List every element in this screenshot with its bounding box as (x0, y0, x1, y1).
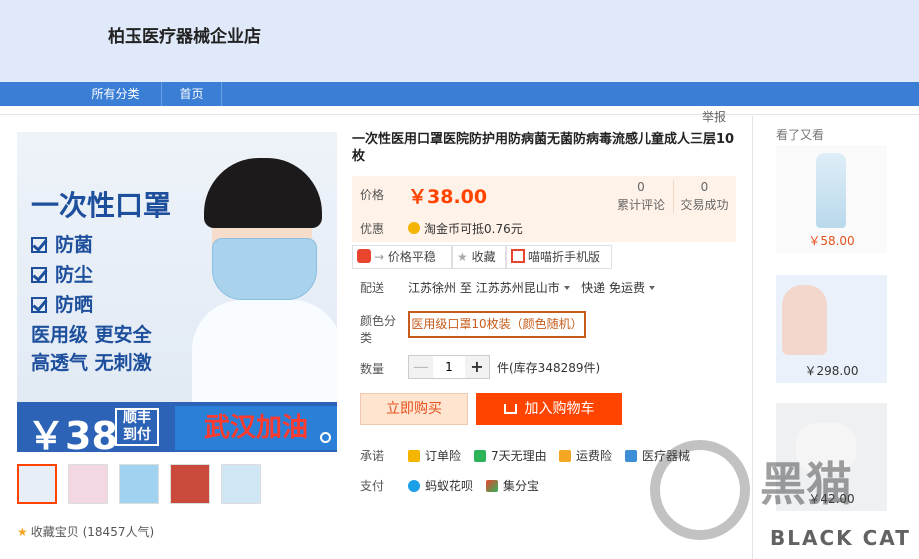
bottle-image (816, 153, 846, 228)
image-price: ￥38 (27, 414, 118, 452)
image-line: 医用级 更安全 (31, 324, 152, 346)
promise-item[interactable]: 7天无理由 (474, 447, 547, 464)
payment-item[interactable]: 集分宝 (486, 477, 539, 494)
thumbnail[interactable] (68, 464, 108, 504)
coin-icon (408, 222, 420, 234)
stat-reviews[interactable]: 0 累计评论 (610, 180, 672, 213)
promise-item[interactable]: 运费险 (559, 447, 612, 464)
thumbnail[interactable] (170, 464, 210, 504)
product-image (782, 285, 827, 355)
watermark: 黑猫 BLACK CAT (650, 440, 919, 559)
quantity-stepper: — + (408, 355, 490, 379)
color-label: 颜色分类 (360, 314, 397, 345)
checkbox-icon (31, 297, 47, 313)
medical-device-icon (625, 450, 637, 462)
huabei-icon (408, 480, 420, 492)
add-to-cart-button[interactable]: 加入购物车 (476, 393, 622, 425)
quantity-minus-button[interactable]: — (409, 356, 433, 378)
star-icon: ★ (17, 525, 28, 539)
stat-sales: 0 交易成功 (673, 180, 735, 213)
chevron-down-icon (563, 286, 570, 290)
price-icon (357, 249, 371, 263)
image-check-item: 防尘 (31, 260, 93, 287)
recommend-item[interactable]: ￥298.00 (776, 275, 887, 383)
shop-nav: 所有分类 首页 (0, 82, 919, 106)
color-option[interactable]: 医用级口罩10枚装（颜色随机） (408, 311, 586, 338)
stock-info: 件(库存348289件) (497, 361, 601, 375)
promise-label: 承诺 (360, 449, 385, 463)
slogan: 武汉加油 (175, 406, 337, 450)
model-illustration (192, 150, 337, 420)
price-label: 价格 (360, 188, 385, 202)
checkbox-icon (31, 267, 47, 283)
delivery-destination[interactable]: 江苏苏州昆山市 (476, 281, 570, 295)
qrcode-icon (511, 249, 525, 263)
zoom-icon[interactable] (320, 432, 331, 443)
thumbnail[interactable] (221, 464, 261, 504)
promo-text: 淘金币可抵0.76元 (408, 220, 523, 237)
report-link[interactable]: 举报 (702, 108, 726, 125)
favorite-button[interactable]: ★ 收藏 (452, 245, 506, 269)
quantity-plus-button[interactable]: + (465, 356, 489, 378)
mobile-version-button[interactable]: 喵喵折手机版 (506, 245, 612, 269)
quantity-label: 数量 (360, 362, 385, 376)
thumbnail[interactable] (119, 464, 159, 504)
insurance-icon (408, 450, 420, 462)
price-panel: 价格 ￥38.00 0 累计评论 0 交易成功 优惠 淘金币可抵0.76元 (352, 176, 736, 242)
image-check-item: 防晒 (31, 290, 93, 317)
chevron-down-icon (648, 286, 655, 290)
shunfeng-badge: 顺丰到付 (115, 408, 159, 446)
product-title: 一次性医用口罩医院防护用防病菌无菌防病毒流感儿童成人三层10枚 (352, 132, 735, 164)
favorite-item[interactable]: ★ 收藏宝贝 (18457人气) (17, 523, 154, 540)
price-value: ￥38.00 (408, 186, 488, 208)
payment-item[interactable]: 蚂蚁花呗 (408, 477, 473, 494)
thumbnail[interactable] (17, 464, 57, 504)
return-icon (474, 450, 486, 462)
mask-illustration (212, 238, 317, 300)
promise-item[interactable]: 订单险 (408, 447, 461, 464)
image-check-item: 防菌 (31, 230, 93, 257)
recommend-title: 看了又看 (776, 128, 825, 142)
price-trend-button[interactable]: → 价格平稳 (352, 245, 452, 269)
main-product-image[interactable]: 一次性口罩 防菌 防尘 防晒 医用级 更安全 高透气 无刺激 ￥38 顺丰到付 … (17, 132, 337, 452)
image-price-band: ￥38 顺丰到付 武汉加油 (17, 402, 337, 452)
nav-home[interactable]: 首页 (162, 82, 222, 106)
quantity-input[interactable] (433, 356, 465, 378)
nav-all-categories[interactable]: 所有分类 (70, 82, 162, 106)
shop-header: 柏玉医疗器械企业店 (0, 0, 919, 82)
shop-name[interactable]: 柏玉医疗器械企业店 (108, 22, 261, 47)
delivery-info: 江苏徐州 至 江苏苏州昆山市 快递 免运费 (408, 279, 655, 296)
recommend-item[interactable]: ￥58.00 (776, 145, 887, 253)
delivery-label: 配送 (360, 281, 385, 295)
shipping-insurance-icon (559, 450, 571, 462)
image-line: 高透气 无刺激 (31, 352, 152, 374)
promo-label: 优惠 (360, 222, 385, 236)
star-icon: ★ (457, 250, 468, 264)
buy-now-button[interactable]: 立即购买 (360, 393, 468, 425)
jifenbao-icon (486, 480, 498, 492)
image-headline: 一次性口罩 (31, 189, 172, 222)
delivery-method[interactable]: 快递 免运费 (581, 281, 655, 295)
payment-label: 支付 (360, 479, 385, 493)
checkbox-icon (31, 237, 47, 253)
cart-icon (503, 404, 517, 414)
cat-logo-icon (650, 440, 750, 540)
